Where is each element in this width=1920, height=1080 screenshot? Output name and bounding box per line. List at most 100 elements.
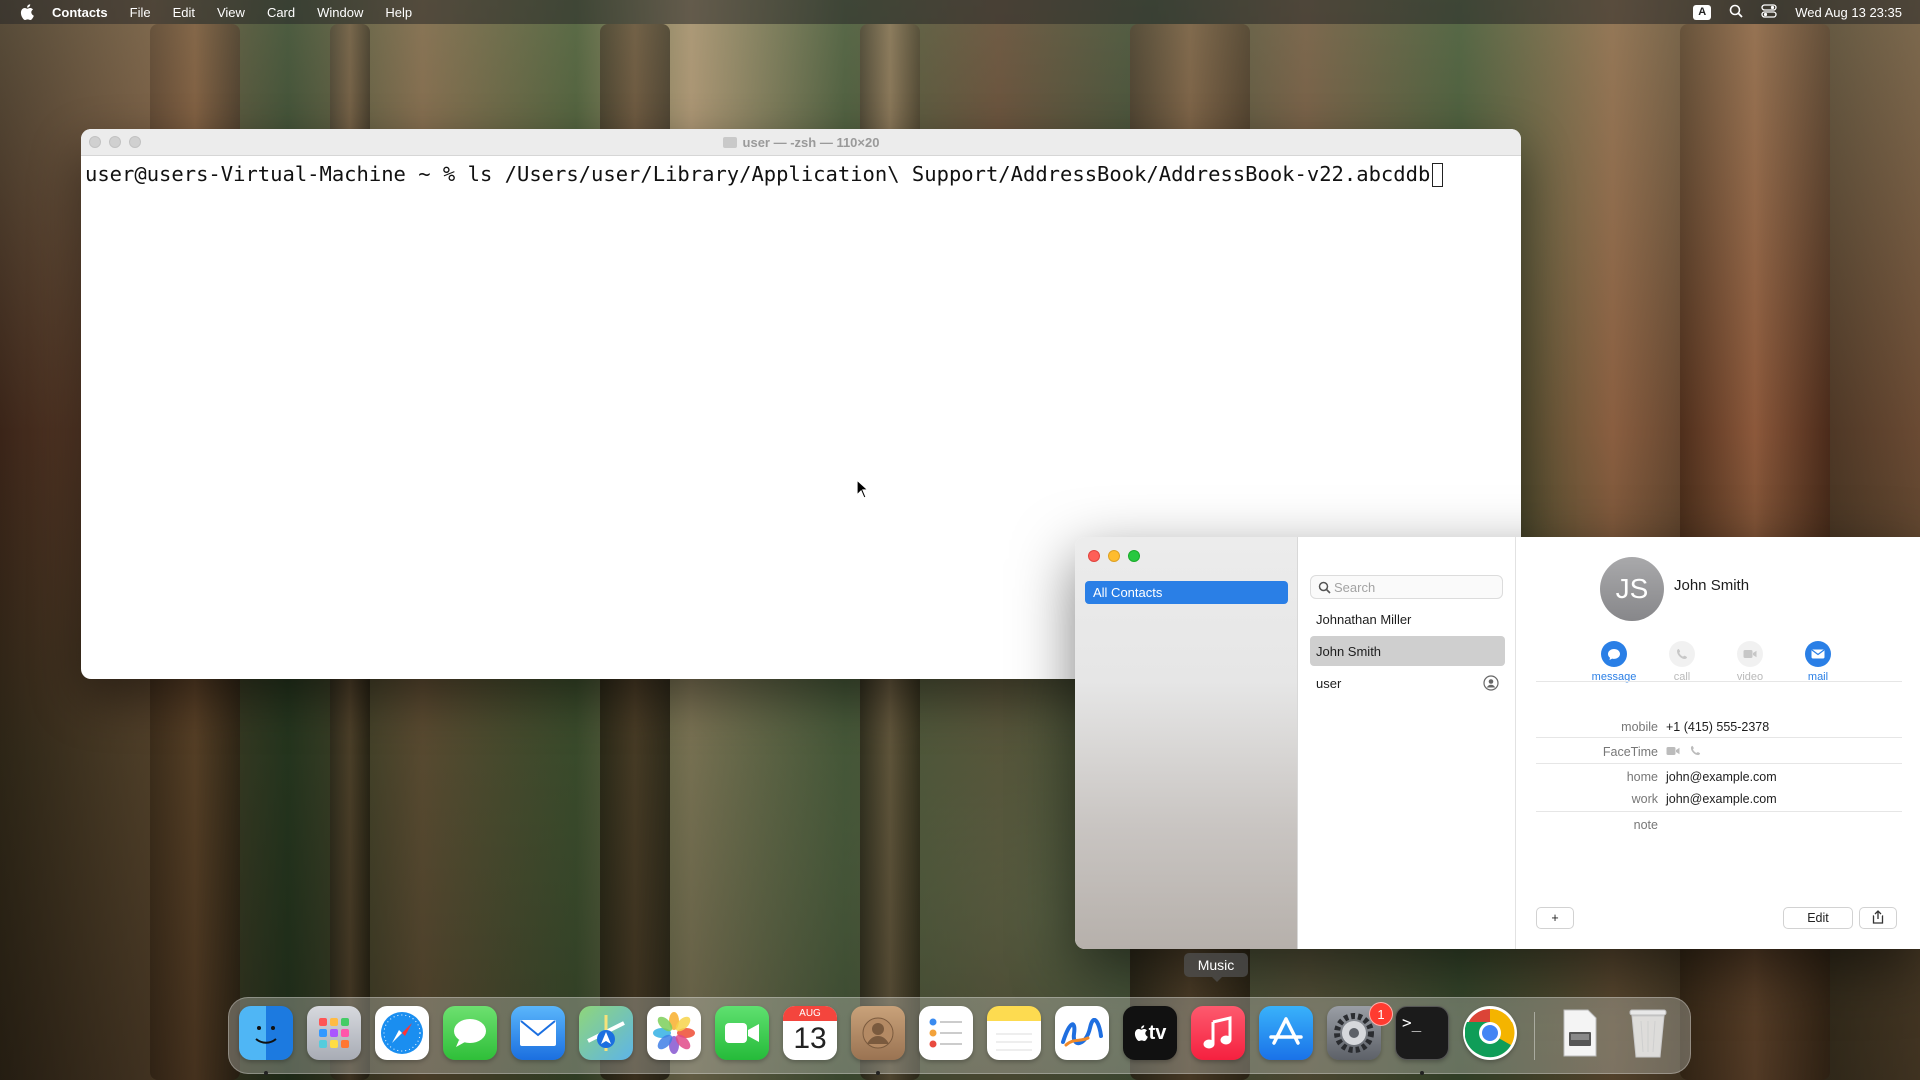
menu-file[interactable]: File [130, 5, 151, 20]
search-icon [1314, 581, 1334, 594]
add-field-button[interactable]: + [1536, 907, 1574, 929]
field-mobile: mobile +1 (415) 555-2378 [1536, 720, 1902, 734]
control-center-icon[interactable] [1761, 3, 1777, 21]
contacts-window: All Contacts Search Johnathan Miller Joh… [1075, 537, 1920, 949]
close-button[interactable] [1088, 550, 1100, 562]
contacts-list: Search Johnathan Miller John Smith user [1298, 537, 1516, 949]
field-label: work [1631, 792, 1658, 806]
app-store-icon[interactable] [1259, 1006, 1313, 1060]
field-value[interactable]: john@example.com [1666, 770, 1777, 784]
terminal-prompt-glyph: >_ [1402, 1013, 1422, 1032]
reminders-icon[interactable] [919, 1006, 973, 1060]
video-button[interactable]: video [1720, 641, 1780, 683]
list-item[interactable]: John Smith [1310, 636, 1505, 666]
contact-name: John Smith [1674, 577, 1750, 594]
facetime-video-icon[interactable] [1666, 745, 1680, 759]
photos-icon[interactable] [647, 1006, 701, 1060]
dock-tooltip: Music [1184, 953, 1248, 982]
calendar-month: AUG [783, 1006, 837, 1021]
menu-app-name[interactable]: Contacts [52, 5, 108, 20]
divider [1536, 737, 1902, 738]
terminal-content[interactable]: user@users-Virtual-Machine ~ % ls /Users… [81, 156, 1521, 193]
mail-button[interactable]: mail [1788, 641, 1848, 683]
sidebar-item-all-contacts[interactable]: All Contacts [1085, 581, 1288, 604]
share-icon [1872, 909, 1884, 927]
menu-window[interactable]: Window [317, 5, 363, 20]
list-item-label: user [1316, 675, 1342, 691]
trash-icon[interactable] [1621, 1006, 1675, 1060]
apple-tv-icon[interactable]: tv [1123, 1006, 1177, 1060]
video-camera-icon [1737, 641, 1763, 667]
apple-tv-label: tv [1148, 1021, 1167, 1044]
field-value[interactable]: john@example.com [1666, 792, 1777, 806]
maps-icon[interactable] [579, 1006, 633, 1060]
field-label: home [1626, 770, 1658, 784]
search-placeholder: Search [1334, 579, 1376, 595]
text-cursor [1432, 163, 1444, 187]
divider [1536, 763, 1902, 764]
envelope-icon [1805, 641, 1831, 667]
list-item[interactable]: user [1310, 668, 1505, 698]
running-indicator [1420, 1071, 1424, 1075]
menu-view[interactable]: View [217, 5, 245, 20]
divider [1536, 681, 1902, 682]
messages-icon[interactable] [443, 1006, 497, 1060]
chrome-icon[interactable] [1463, 1006, 1517, 1060]
finder-icon[interactable] [239, 1006, 293, 1060]
divider [1536, 811, 1902, 812]
contacts-sidebar: All Contacts [1075, 537, 1298, 949]
spotlight-search-icon[interactable] [1729, 4, 1743, 21]
field-value[interactable]: +1 (415) 555-2378 [1666, 720, 1769, 734]
field-label: FaceTime [1602, 745, 1658, 759]
minimize-button[interactable] [1108, 550, 1120, 562]
dock: AUG 13 tv 1 >_ [228, 997, 1691, 1075]
field-work-email: work john@example.com [1536, 792, 1902, 806]
my-card-icon [1483, 675, 1499, 694]
terminal-title: user — -zsh — 110×20 [742, 134, 880, 150]
message-icon [1601, 641, 1627, 667]
apple-menu-icon[interactable] [18, 3, 36, 21]
notes-icon[interactable] [987, 1006, 1041, 1060]
share-button[interactable] [1859, 907, 1897, 929]
avatar: JS [1600, 557, 1664, 621]
terminal-command-line: user@users-Virtual-Machine ~ % ls /Users… [85, 162, 1431, 186]
message-button[interactable]: message [1584, 641, 1644, 683]
freeform-icon[interactable] [1055, 1006, 1109, 1060]
contact-card: JS John Smith message call video mail mo… [1516, 537, 1920, 949]
field-home-email: home john@example.com [1536, 770, 1902, 784]
safari-icon[interactable] [375, 1006, 429, 1060]
list-item[interactable]: Johnathan Miller [1310, 604, 1505, 634]
menu-card[interactable]: Card [267, 5, 295, 20]
menu-edit[interactable]: Edit [173, 5, 195, 20]
field-note: note [1536, 818, 1902, 832]
field-label: mobile [1621, 720, 1658, 734]
call-button[interactable]: call [1652, 641, 1712, 683]
terminal-titlebar[interactable]: user — -zsh — 110×20 [81, 129, 1521, 156]
zoom-button[interactable] [1128, 550, 1140, 562]
folder-icon [722, 136, 737, 148]
zoom-button[interactable] [129, 136, 141, 148]
launchpad-icon[interactable] [307, 1006, 361, 1060]
menu-help[interactable]: Help [385, 5, 412, 20]
edit-button[interactable]: Edit [1783, 907, 1853, 929]
phone-icon [1669, 641, 1695, 667]
running-indicator [876, 1071, 880, 1075]
terminal-icon[interactable]: >_ [1395, 1006, 1449, 1060]
music-icon[interactable] [1191, 1006, 1245, 1060]
search-field[interactable]: Search [1310, 575, 1503, 599]
close-button[interactable] [89, 136, 101, 148]
facetime-icon[interactable] [715, 1006, 769, 1060]
field-facetime: FaceTime [1536, 745, 1902, 759]
facetime-audio-icon[interactable] [1690, 745, 1701, 759]
input-source-indicator[interactable]: A [1693, 4, 1712, 20]
contacts-icon[interactable] [851, 1006, 905, 1060]
calendar-day: 13 [793, 1022, 827, 1055]
field-label: note [1633, 818, 1658, 832]
menu-clock[interactable]: Wed Aug 13 23:35 [1795, 5, 1902, 20]
mail-icon[interactable] [511, 1006, 565, 1060]
calendar-icon[interactable]: AUG 13 [783, 1006, 837, 1060]
dock-divider [1534, 1012, 1535, 1060]
minimize-button[interactable] [109, 136, 121, 148]
preview-document-icon[interactable] [1553, 1006, 1607, 1060]
menu-bar: Contacts File Edit View Card Window Help… [0, 0, 1920, 24]
